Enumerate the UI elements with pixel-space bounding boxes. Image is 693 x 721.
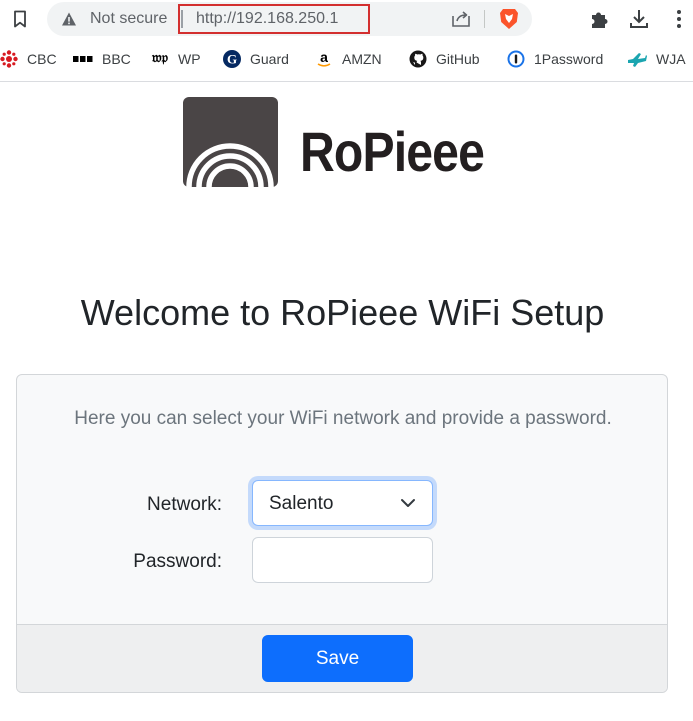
browser-chrome: Not secure http://192.168.250.1 CBC BBC … <box>0 0 693 82</box>
omnibox-divider <box>484 10 485 28</box>
address-bar[interactable]: Not secure http://192.168.250.1 <box>47 2 532 36</box>
bookmark-1password[interactable]: 1Password <box>507 46 603 72</box>
bookmark-label: BBC <box>102 51 131 67</box>
brave-shields-icon[interactable] <box>499 8 519 30</box>
page-title: Welcome to RoPieee WiFi Setup <box>80 292 605 333</box>
wifi-setup-card: Here you can select your WiFi network an… <box>16 374 668 693</box>
save-button[interactable]: Save <box>262 635 413 682</box>
network-selected-value: Salento <box>269 493 334 514</box>
toolbar: Not secure http://192.168.250.1 <box>0 0 693 38</box>
bbc-icon <box>73 50 93 68</box>
card-footer: Save <box>17 624 667 692</box>
svg-text:a: a <box>320 50 328 65</box>
wja-icon <box>627 50 647 68</box>
intro-text: Here you can select your WiFi network an… <box>74 408 612 429</box>
share-icon[interactable] <box>451 10 471 28</box>
bookmark-amzn[interactable]: a AMZN <box>315 46 382 72</box>
security-status[interactable]: Not secure <box>90 10 167 28</box>
bookmark-label: WP <box>178 51 201 67</box>
bookmark-bbc[interactable]: BBC <box>73 46 131 72</box>
bookmark-label: GitHub <box>436 51 480 67</box>
ropieee-logo-icon <box>183 97 278 188</box>
password-input[interactable] <box>252 537 433 583</box>
download-icon[interactable] <box>628 8 650 30</box>
bookmarks-bar: CBC BBC 𝔴𝔭 WP G Guard a AMZN GitHub 1Pas… <box>0 46 693 74</box>
wp-icon: 𝔴𝔭 <box>152 51 168 66</box>
bookmark-label: CBC <box>27 51 57 67</box>
bookmark-icon[interactable] <box>9 8 31 30</box>
bookmark-label: 1Password <box>534 51 604 67</box>
password-label: Password: <box>133 551 222 572</box>
brand-name: RoPieee <box>300 120 485 183</box>
network-label: Network: <box>147 494 222 515</box>
kebab-menu-icon[interactable] <box>671 8 687 30</box>
amazon-icon: a <box>315 50 333 68</box>
svg-text:G: G <box>227 52 237 67</box>
bookmark-cbc[interactable]: CBC <box>0 46 57 72</box>
network-select[interactable]: Salento <box>252 480 433 526</box>
chevron-down-icon <box>400 496 416 510</box>
cbc-icon <box>0 50 18 68</box>
bookmark-guard[interactable]: G Guard <box>223 46 289 72</box>
warning-triangle-icon[interactable] <box>61 11 77 27</box>
puzzle-piece-icon[interactable] <box>589 8 611 30</box>
bookmark-label: AMZN <box>342 51 382 67</box>
bookmark-wja[interactable]: WJA <box>627 46 686 72</box>
1password-icon <box>507 50 525 68</box>
guardian-icon: G <box>223 50 241 68</box>
chrome-divider <box>0 81 693 82</box>
github-icon <box>409 50 427 68</box>
bookmark-wp[interactable]: 𝔴𝔭 WP <box>151 46 201 72</box>
bookmark-label: Guard <box>250 51 289 67</box>
bookmark-github[interactable]: GitHub <box>409 46 480 72</box>
bookmark-label: WJA <box>656 51 686 67</box>
url-text[interactable]: http://192.168.250.1 <box>196 10 338 28</box>
